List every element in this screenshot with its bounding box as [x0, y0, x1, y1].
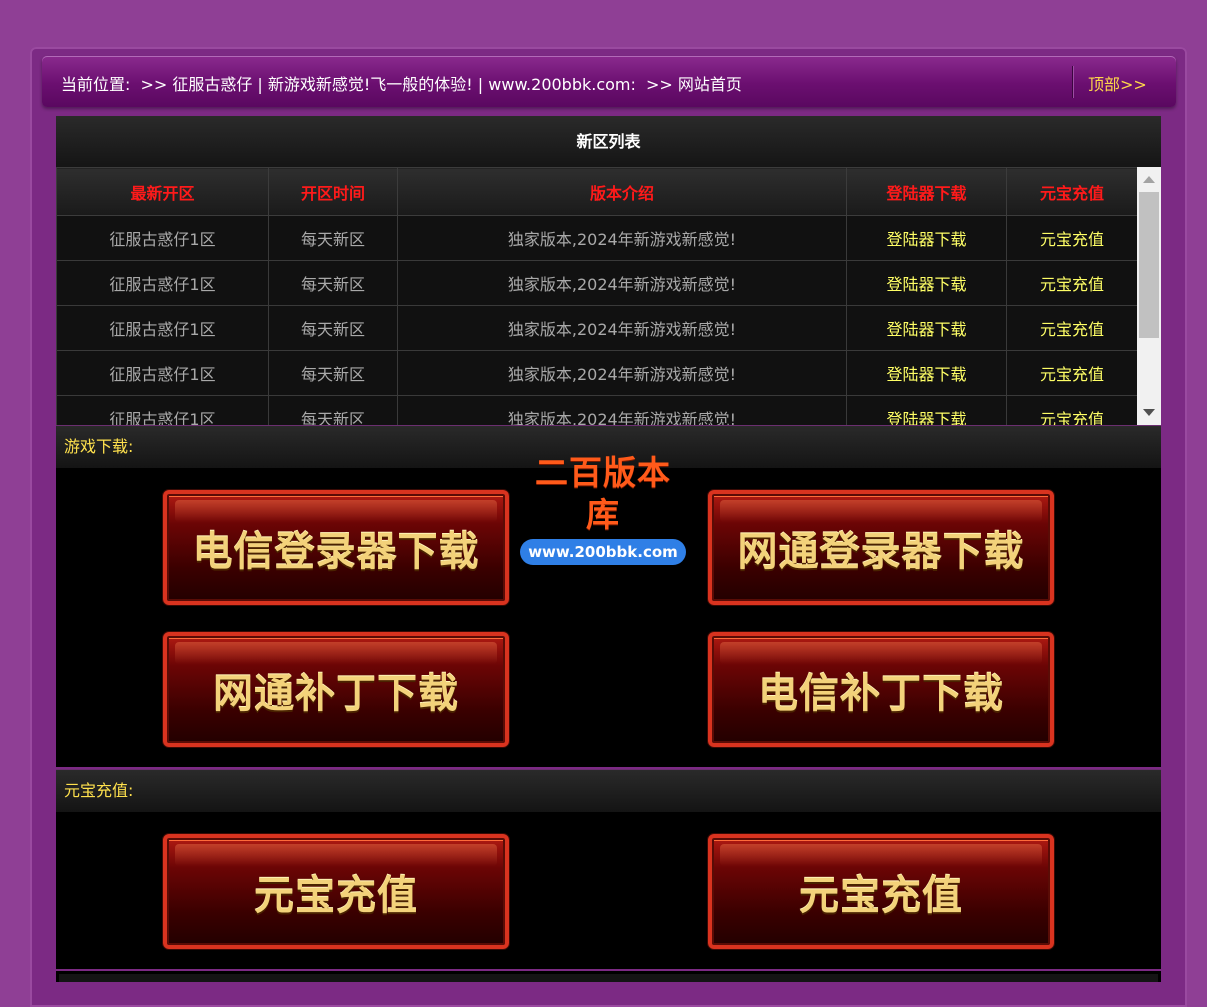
download-cell: 登陆器下载 [846, 395, 1007, 425]
button-label: 网通登录器下载 [737, 528, 1025, 575]
launcher-download-link[interactable]: 登陆器下载 [886, 230, 966, 249]
telecom-launcher-download-button[interactable]: 电信登录器下载 [163, 490, 509, 605]
button-label: 网通补丁下载 [213, 670, 459, 717]
site-watermark: 二百版本库 www.200bbk.com [520, 452, 686, 565]
button-label: 电信补丁下载 [758, 670, 1004, 717]
version-cell: 独家版本,2024年新游戏新感觉! [397, 350, 847, 396]
column-header-download: 登陆器下载 [846, 167, 1007, 216]
open-time-cell: 每天新区 [268, 260, 398, 306]
download-cell: 登陆器下载 [846, 260, 1007, 306]
recharge-cell: 元宝充值 [1006, 305, 1138, 351]
watermark-title: 二百版本库 [535, 453, 671, 534]
launcher-download-link[interactable]: 登陆器下载 [886, 275, 966, 294]
back-to-top-link[interactable]: 顶部>> [1088, 71, 1147, 95]
column-header-open-time: 开区时间 [268, 167, 398, 216]
open-time-cell: 每天新区 [268, 395, 398, 425]
telecom-patch-download-button[interactable]: 电信补丁下载 [708, 632, 1054, 747]
recharge-cell: 元宝充值 [1006, 260, 1138, 306]
breadcrumb-divider [1072, 66, 1073, 98]
launcher-download-link[interactable]: 登陆器下载 [886, 365, 966, 384]
button-label: 电信登录器下载 [192, 528, 480, 575]
breadcrumb-site-link[interactable]: 征服古惑仔 | 新游戏新感觉!飞一般的体验! | www.200bbk.com: [172, 75, 636, 94]
launcher-download-link[interactable]: 登陆器下载 [886, 410, 966, 425]
open-time-cell: 每天新区 [268, 350, 398, 396]
watermark-url: www.200bbk.com [520, 539, 686, 565]
server-list-scroll-area[interactable]: 最新开区 开区时间 版本介绍 登陆器下载 元宝充值 征服古惑仔1区 每天新区 独… [56, 167, 1161, 425]
breadcrumb-separator: >> [140, 75, 168, 94]
recharge-link[interactable]: 元宝充值 [1040, 320, 1104, 339]
recharge-link[interactable]: 元宝充值 [1040, 365, 1104, 384]
server-name-cell: 征服古惑仔1区 [56, 215, 269, 261]
netcom-launcher-download-button[interactable]: 网通登录器下载 [708, 490, 1054, 605]
table-row: 征服古惑仔1区 每天新区 独家版本,2024年新游戏新感觉! 登陆器下载 元宝充… [56, 215, 1138, 261]
breadcrumb-home-link[interactable]: 网站首页 [678, 75, 742, 94]
scrollbar-thumb[interactable] [1139, 192, 1159, 338]
version-cell: 独家版本,2024年新游戏新感觉! [397, 305, 847, 351]
recharge-button[interactable]: 元宝充值 [163, 834, 509, 949]
breadcrumb-separator: >> [646, 75, 673, 94]
breadcrumb: 当前位置: >> 征服古惑仔 | 新游戏新感觉!飞一般的体验! | www.200… [61, 71, 742, 95]
breadcrumb-label: 当前位置: [61, 75, 131, 94]
breadcrumb-bar: 当前位置: >> 征服古惑仔 | 新游戏新感觉!飞一般的体验! | www.200… [42, 56, 1176, 107]
button-label: 元宝充值 [799, 872, 963, 919]
server-name-cell: 征服古惑仔1区 [56, 395, 269, 425]
scroll-down-arrow-icon[interactable] [1143, 409, 1155, 416]
open-time-cell: 每天新区 [268, 215, 398, 261]
vertical-scrollbar[interactable] [1137, 167, 1161, 425]
download-cell: 登陆器下载 [846, 305, 1007, 351]
table-row: 征服古惑仔1区 每天新区 独家版本,2024年新游戏新感觉! 登陆器下载 元宝充… [56, 260, 1138, 306]
version-cell: 独家版本,2024年新游戏新感觉! [397, 260, 847, 306]
recharge-link[interactable]: 元宝充值 [1040, 230, 1104, 249]
section-divider [56, 969, 1161, 971]
scroll-up-arrow-icon[interactable] [1143, 176, 1155, 183]
recharge-button[interactable]: 元宝充值 [708, 834, 1054, 949]
table-row: 征服古惑仔1区 每天新区 独家版本,2024年新游戏新感觉! 登陆器下载 元宝充… [56, 395, 1138, 425]
recharge-cell: 元宝充值 [1006, 215, 1138, 261]
recharge-cell: 元宝充值 [1006, 350, 1138, 396]
recharge-section: 元宝充值 元宝充值 [56, 812, 1161, 969]
next-section-edge [59, 974, 1158, 982]
netcom-patch-download-button[interactable]: 网通补丁下载 [163, 632, 509, 747]
table-header-row: 最新开区 开区时间 版本介绍 登陆器下载 元宝充值 [56, 167, 1138, 216]
server-name-cell: 征服古惑仔1区 [56, 350, 269, 396]
recharge-section-heading: 元宝充值: [56, 769, 1161, 813]
button-label: 元宝充值 [254, 872, 418, 919]
recharge-cell: 元宝充值 [1006, 395, 1138, 425]
column-header-recharge: 元宝充值 [1006, 167, 1138, 216]
table-row: 征服古惑仔1区 每天新区 独家版本,2024年新游戏新感觉! 登陆器下载 元宝充… [56, 350, 1138, 396]
launcher-download-link[interactable]: 登陆器下载 [886, 320, 966, 339]
open-time-cell: 每天新区 [268, 305, 398, 351]
version-cell: 独家版本,2024年新游戏新感觉! [397, 215, 847, 261]
download-cell: 登陆器下载 [846, 215, 1007, 261]
server-name-cell: 征服古惑仔1区 [56, 260, 269, 306]
recharge-link[interactable]: 元宝充值 [1040, 275, 1104, 294]
download-cell: 登陆器下载 [846, 350, 1007, 396]
version-cell: 独家版本,2024年新游戏新感觉! [397, 395, 847, 425]
server-table: 最新开区 开区时间 版本介绍 登陆器下载 元宝充值 征服古惑仔1区 每天新区 独… [56, 167, 1138, 425]
server-name-cell: 征服古惑仔1区 [56, 305, 269, 351]
column-header-server: 最新开区 [56, 167, 269, 216]
recharge-link[interactable]: 元宝充值 [1040, 410, 1104, 425]
table-row: 征服古惑仔1区 每天新区 独家版本,2024年新游戏新感觉! 登陆器下载 元宝充… [56, 305, 1138, 351]
server-list-title: 新区列表 [56, 116, 1161, 168]
column-header-version: 版本介绍 [397, 167, 847, 216]
